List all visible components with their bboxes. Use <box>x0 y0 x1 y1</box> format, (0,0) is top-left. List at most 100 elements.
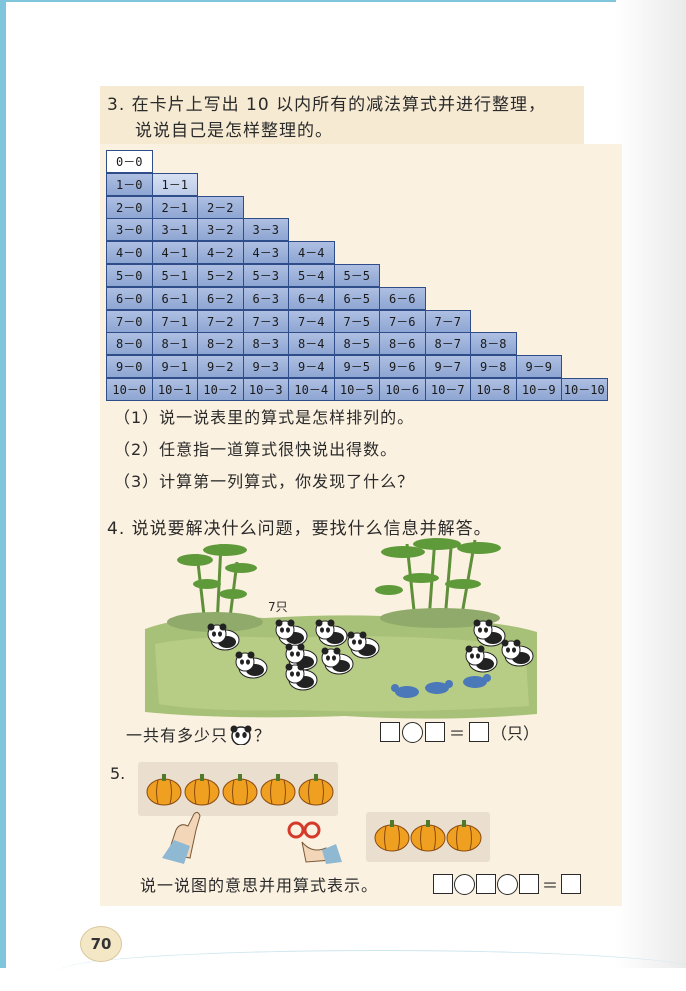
answer-box[interactable] <box>476 874 496 894</box>
subtraction-card: 7－4 <box>288 309 335 333</box>
subtraction-card: 8－6 <box>379 332 426 356</box>
subtraction-card: 9－0 <box>106 355 153 379</box>
subtraction-card: 9－6 <box>379 355 426 379</box>
section4-question-suffix: ？ <box>254 726 272 745</box>
panda-icon <box>230 725 252 746</box>
frame-left <box>0 0 6 968</box>
subtraction-card: 6－2 <box>197 286 244 310</box>
pumpkin-scene-illustration <box>138 762 490 864</box>
section5-equation: ＝ <box>433 872 582 896</box>
section3-title-line2: 说说自己是怎样整理的。 <box>135 121 333 141</box>
subtraction-card: 5－3 <box>242 264 289 287</box>
frame-top <box>0 0 686 2</box>
subtraction-card: 7－0 <box>106 309 153 333</box>
subtraction-card: 8－2 <box>197 332 244 356</box>
subtraction-card: 8－4 <box>288 332 335 356</box>
subtraction-card: 3－2 <box>197 218 244 242</box>
subtraction-card: 5－1 <box>151 264 198 287</box>
section5-instruction: 说一说图的意思并用算式表示。 <box>140 876 379 895</box>
subtraction-card: 6－4 <box>288 286 335 310</box>
equals-sign: ＝ <box>542 876 559 895</box>
subtraction-card: 3－3 <box>242 218 289 242</box>
section4-question: 一共有多少只 ？ <box>126 722 271 746</box>
panda-scene-illustration <box>145 537 537 719</box>
subtraction-card: 7－2 <box>197 309 244 333</box>
section3-question-2: （2）任意指一道算式很快说出得数。 <box>114 440 398 459</box>
subtraction-card: 7－3 <box>242 309 289 333</box>
subtraction-card: 10－6 <box>379 378 426 401</box>
subtraction-card: 10－9 <box>515 378 562 401</box>
subtraction-card: 4－2 <box>197 241 244 265</box>
section3-question-3: （3）计算第一列算式，你发现了什么？ <box>114 472 415 491</box>
subtraction-card: 8－5 <box>333 332 380 356</box>
subtraction-card: 8－0 <box>106 332 153 356</box>
subtraction-card: 5－0 <box>106 264 153 287</box>
subtraction-card: 2－0 <box>106 195 153 219</box>
subtraction-card: 9－1 <box>151 355 198 379</box>
subtraction-card: 10－3 <box>242 378 289 401</box>
subtraction-card: 9－8 <box>470 355 517 379</box>
subtraction-card: 7－1 <box>151 309 198 333</box>
answer-box[interactable] <box>469 722 490 742</box>
subtraction-card: 6－3 <box>242 286 289 310</box>
subtraction-card: 8－1 <box>151 332 198 356</box>
subtraction-card: 10－7 <box>424 378 471 401</box>
page-number: 70 <box>80 926 122 962</box>
subtraction-card: 10－4 <box>288 378 335 401</box>
page-shade <box>616 0 686 968</box>
operator-circle[interactable] <box>454 873 475 895</box>
subtraction-card: 2－1 <box>151 195 198 219</box>
subtraction-card: 7－6 <box>379 309 426 333</box>
subtraction-card: 10－0 <box>106 378 153 401</box>
section3-title-line1: 3. 在卡片上写出 10 以内所有的减法算式并进行整理， <box>107 95 547 115</box>
subtraction-card: 4－3 <box>242 241 289 265</box>
subtraction-card: 6－1 <box>151 286 198 310</box>
answer-box[interactable] <box>380 722 400 742</box>
section4-equation: ＝ （只） <box>380 720 539 744</box>
answer-box[interactable] <box>433 874 453 894</box>
subtraction-card: 8－7 <box>424 332 471 356</box>
subtraction-card: 10－10 <box>561 378 608 401</box>
subtraction-card: 8－8 <box>470 332 517 356</box>
subtraction-card: 4－1 <box>151 241 198 265</box>
subtraction-card: 10－2 <box>197 378 244 401</box>
equals-sign: ＝ <box>449 724 466 743</box>
unit-label: （只） <box>491 724 540 743</box>
answer-box[interactable] <box>561 874 582 894</box>
subtraction-card: 6－0 <box>106 286 153 310</box>
subtraction-card: 9－4 <box>288 355 335 379</box>
subtraction-card: 6－5 <box>333 286 380 310</box>
page-curl <box>60 950 686 991</box>
operator-circle[interactable] <box>497 873 518 895</box>
subtraction-card: 4－0 <box>106 241 153 265</box>
subtraction-card: 5－4 <box>288 264 335 287</box>
section3-question-1: （1）说一说表里的算式是怎样排列的。 <box>114 408 415 427</box>
answer-box[interactable] <box>425 722 445 742</box>
subtraction-card: 9－3 <box>242 355 289 379</box>
answer-box[interactable] <box>519 874 539 894</box>
subtraction-card: 6－6 <box>379 286 426 310</box>
subtraction-card: 3－0 <box>106 218 153 242</box>
subtraction-card: 3－1 <box>151 218 198 242</box>
subtraction-card: 5－5 <box>333 264 380 287</box>
subtraction-card: 10－5 <box>333 378 380 401</box>
subtraction-card: 9－5 <box>333 355 380 379</box>
operator-circle[interactable] <box>402 721 423 743</box>
subtraction-card: 9－2 <box>197 355 244 379</box>
subtraction-card: 10－8 <box>470 378 517 401</box>
subtraction-card: 2－2 <box>197 195 244 219</box>
subtraction-card: 4－4 <box>288 241 335 265</box>
subtraction-card: 7－5 <box>333 309 380 333</box>
subtraction-card: 9－9 <box>515 355 562 379</box>
section4-question-prefix: 一共有多少只 <box>126 726 229 745</box>
subtraction-card: 9－7 <box>424 355 471 379</box>
subtraction-card: 1－0 <box>106 172 153 196</box>
subtraction-card: 5－2 <box>197 264 244 287</box>
subtraction-card: 0－0 <box>106 150 153 173</box>
subtraction-card: 10－1 <box>151 378 198 401</box>
subtraction-card: 7－7 <box>424 309 471 333</box>
subtraction-card: 1－1 <box>151 172 198 196</box>
panda-count-label: 7只 <box>268 600 288 614</box>
section5-number: 5. <box>110 764 126 783</box>
subtraction-card: 8－3 <box>242 332 289 356</box>
